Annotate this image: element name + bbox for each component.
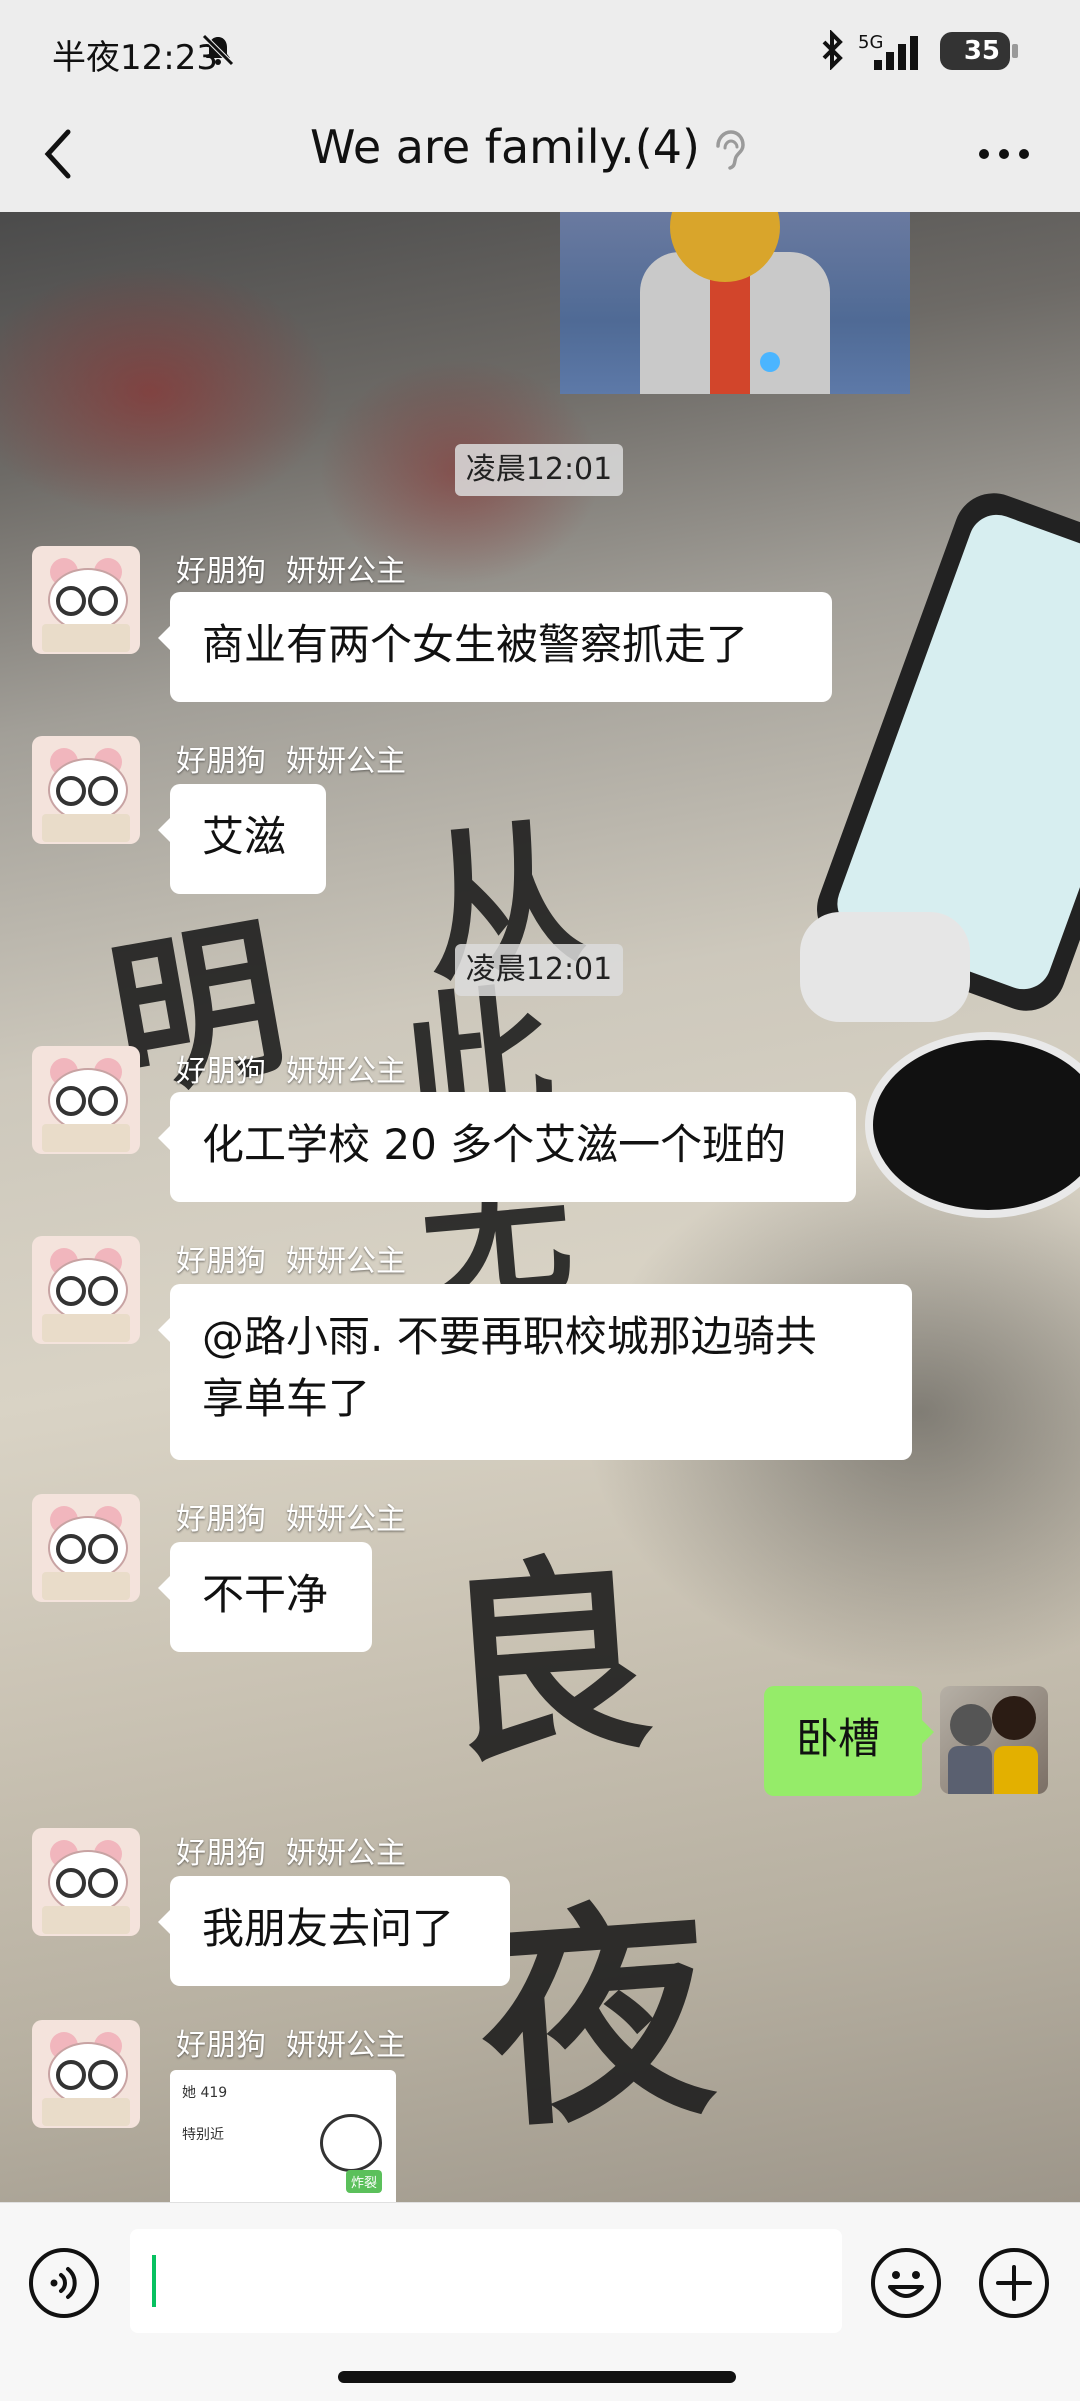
wallpaper-char: 夜 [472, 1875, 721, 2161]
timestamp: 凌晨12:01 [455, 944, 623, 996]
sticker-text: 她 419 [182, 2085, 228, 2101]
battery-cap [1012, 44, 1018, 58]
message-bubble[interactable]: 化工学校 20 多个艾滋一个班的 [158, 1092, 856, 1202]
avatar[interactable] [32, 2020, 140, 2128]
plus-circle-icon[interactable] [978, 2247, 1050, 2319]
status-time: 半夜12:23 [52, 38, 218, 78]
chat-header: We are family.(4) [0, 100, 1080, 212]
message-bubble[interactable]: 艾滋 [158, 784, 326, 894]
chat-area[interactable]: 从 此 明 无 心 良 夜 凌晨12:01 好朋狗妍妍公主 商业有两个女生被警察… [0, 212, 1080, 2202]
status-bar: 半夜12:23 5G 35 [0, 0, 1080, 100]
signal-icon [874, 36, 918, 70]
message-bubble[interactable]: @路小雨. 不要再职校城那边骑共 享单车了 [158, 1284, 912, 1460]
sender-name: 好朋狗 妍妍公主 [176, 1244, 406, 1279]
input-bar [0, 2202, 1080, 2401]
message-bubble[interactable]: 不干净 [158, 1542, 372, 1652]
avatar[interactable] [32, 736, 140, 844]
sender-name: 好朋狗 妍妍公主 [176, 554, 406, 589]
panda-icon [320, 2114, 382, 2172]
sender-name: 好朋狗 妍妍公主 [176, 2028, 406, 2063]
message-line: 享单车了 [202, 1374, 371, 1423]
my-avatar[interactable] [940, 1686, 1048, 1794]
emoji-icon[interactable] [870, 2247, 942, 2319]
message-bubble[interactable]: 我朋友去问了 [158, 1876, 510, 1986]
sender-name: 好朋狗 妍妍公主 [176, 1054, 406, 1089]
bell-muted-icon [202, 34, 234, 66]
battery-indicator: 35 [940, 32, 1010, 70]
avatar[interactable] [32, 1828, 140, 1936]
home-indicator[interactable] [338, 2371, 736, 2383]
my-message-bubble[interactable]: 卧槽 [764, 1686, 934, 1796]
wallpaper-ink-bowl [865, 1032, 1080, 1218]
wallpaper-stand [800, 912, 970, 1022]
message-line: @路小雨. 不要再职校城那边骑共 [202, 1312, 817, 1361]
chat-title[interactable]: We are family.(4) [0, 120, 1010, 174]
sticker-text: 特别近 [182, 2127, 224, 2143]
avatar[interactable] [32, 546, 140, 654]
bluetooth-icon [822, 30, 843, 70]
wallpaper-char: 良 [432, 1530, 660, 1792]
voice-icon[interactable] [28, 2247, 100, 2319]
sender-name: 好朋狗 妍妍公主 [176, 1502, 406, 1537]
sticker-tag: 炸裂 [346, 2170, 383, 2193]
ear-icon [716, 130, 745, 170]
timestamp: 凌晨12:01 [455, 444, 623, 496]
sender-name: 好朋狗 妍妍公主 [176, 744, 406, 779]
avatar[interactable] [32, 1236, 140, 1344]
image-message[interactable] [560, 212, 910, 394]
avatar[interactable] [32, 1494, 140, 1602]
message-input[interactable] [130, 2229, 842, 2333]
sticker-message[interactable]: 她 419 特别近 炸裂 [170, 2070, 396, 2202]
sender-name: 好朋狗 妍妍公主 [176, 1836, 406, 1871]
message-bubble[interactable]: 商业有两个女生被警察抓走了 [158, 592, 832, 702]
text-caret [152, 2255, 156, 2307]
avatar[interactable] [32, 1046, 140, 1154]
more-dots-icon[interactable] [976, 146, 1032, 162]
